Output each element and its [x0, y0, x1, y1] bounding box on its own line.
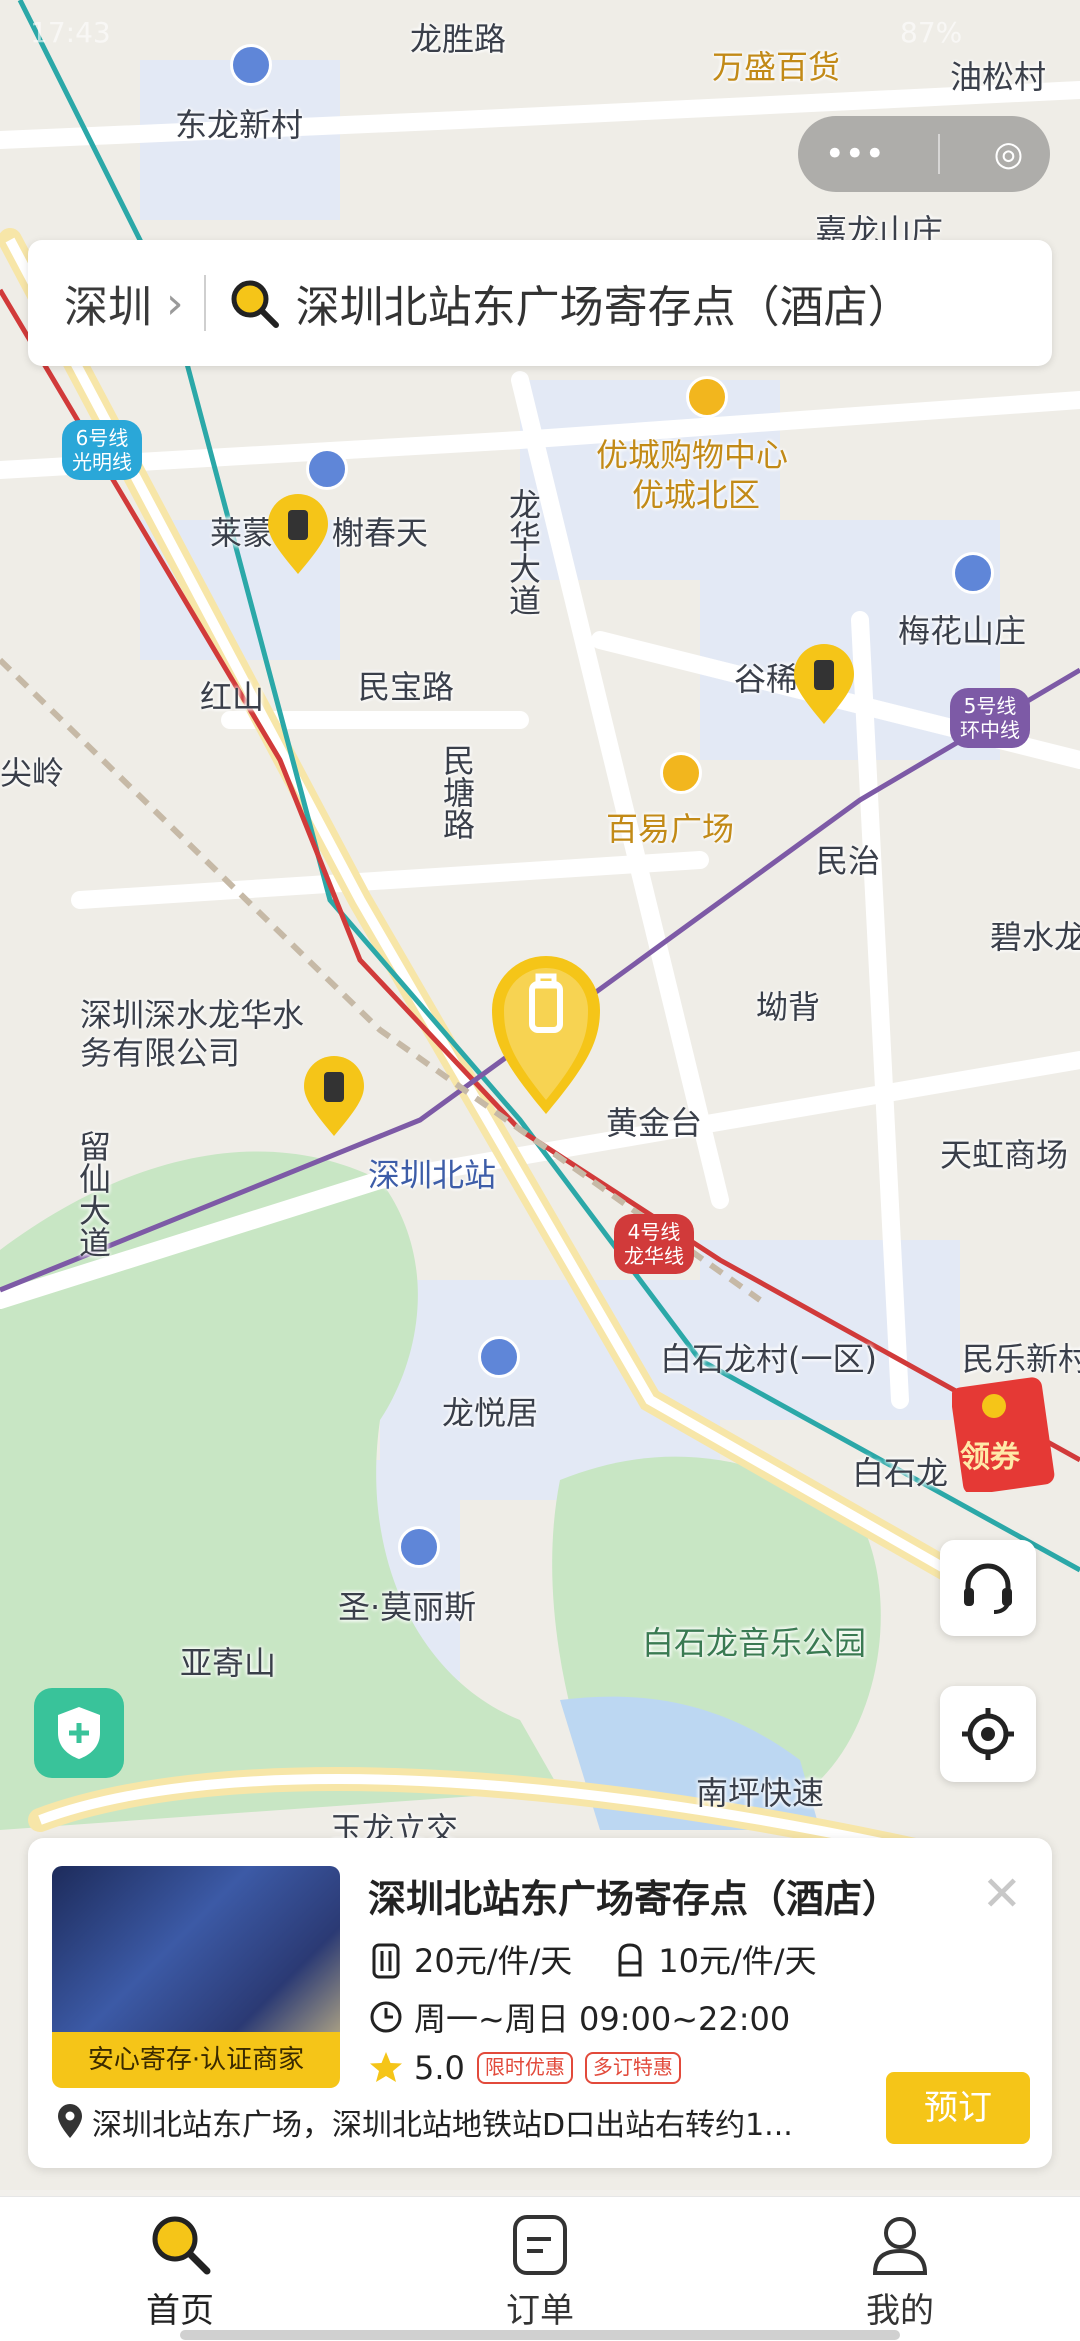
tab-bar: 首页 订单 我的 — [0, 2196, 1080, 2341]
map-label: 碧水龙 — [990, 918, 1080, 956]
locate-button[interactable] — [940, 1686, 1036, 1782]
map-label: 龙悦居 — [442, 1394, 539, 1432]
map-label: 深圳北站 — [368, 1156, 497, 1194]
more-icon[interactable]: ••• — [825, 134, 885, 174]
map-label: 留仙大道 — [74, 1130, 112, 1258]
map-label: 南坪快速 — [696, 1774, 825, 1812]
map-label: 莱蒙 — [210, 514, 275, 552]
promo-tag: 多订特惠 — [584, 2052, 681, 2084]
coupon-label: 领券 — [960, 1440, 1020, 1475]
tab-label: 订单 — [506, 2291, 574, 2331]
map-label: 亚寄山 — [180, 1644, 277, 1682]
tab-profile[interactable]: 我的 — [720, 2197, 1080, 2341]
search-icon — [231, 280, 279, 328]
city-selector[interactable]: 深圳 — [64, 271, 152, 335]
metro-line-badge: 6号线 光明线 — [62, 420, 142, 480]
tab-orders[interactable]: 订单 — [360, 2197, 720, 2341]
map-label: 黄金台 — [606, 1104, 703, 1142]
home-indicator — [180, 2330, 900, 2340]
residential-icon — [952, 552, 994, 594]
tab-label: 首页 — [146, 2291, 214, 2331]
store-address: 深圳北站东广场，深圳北站地铁站D口出站右转约1... — [92, 2108, 793, 2143]
battery-level: 87% — [900, 16, 963, 49]
map-label: 白石龙村(一区) — [660, 1340, 877, 1378]
map-label: 深圳深水龙华水务有限公司 — [80, 996, 305, 1072]
price-row: 20元/件/天 10元/件/天 — [368, 1936, 854, 1982]
map-label: 百易广场 — [606, 810, 735, 848]
map-label: 东龙新村 — [175, 106, 304, 144]
map-label: 榭春天 — [332, 514, 429, 552]
luggage-icon — [372, 1943, 400, 1979]
map-label: 龙华大道 — [504, 488, 542, 616]
search-bar[interactable]: 深圳 › 深圳北站东广场寄存点（酒店） — [28, 240, 1052, 366]
metro-line-badge: 4号线 龙华线 — [614, 1214, 694, 1274]
map-label: 梅花山庄 — [898, 612, 1027, 650]
shopping-icon — [660, 752, 702, 794]
chevron-right-icon: › — [166, 277, 184, 329]
hours-row: 周一~周日 09:00~22:00 — [368, 1994, 790, 2040]
location-pin-icon — [58, 2104, 82, 2138]
search-icon — [152, 2216, 211, 2275]
safety-button[interactable] — [34, 1688, 124, 1778]
status-bar: 17:43 87% — [0, 0, 1080, 64]
address-row: 深圳北站东广场，深圳北站地铁站D口出站右转约1... — [56, 2100, 793, 2144]
customer-service-button[interactable] — [940, 1540, 1036, 1636]
map-label: 尖岭 — [0, 754, 65, 792]
price-large-luggage: 20元/件/天 — [414, 1942, 573, 1980]
search-query[interactable]: 深圳北站东广场寄存点（酒店） — [296, 271, 912, 335]
miniprogram-capsule: ••• ◎ — [798, 116, 1050, 192]
rating-row: 5.0 限时优惠 多订特惠 — [368, 2048, 681, 2088]
selected-storage-marker[interactable] — [486, 950, 606, 1118]
close-miniprogram-icon[interactable]: ◎ — [994, 134, 1024, 174]
storage-marker[interactable] — [266, 492, 330, 576]
promo-tag: 限时优惠 — [476, 2052, 573, 2084]
residential-icon — [478, 1336, 520, 1378]
certified-badge: 安心寄存·认证商家 — [52, 2032, 340, 2088]
residential-icon — [398, 1526, 440, 1568]
map-label: 民宝路 — [358, 668, 455, 706]
book-button[interactable]: 预订 — [886, 2072, 1030, 2144]
close-icon[interactable]: ✕ — [982, 1866, 1022, 1922]
storage-marker[interactable] — [792, 642, 856, 726]
map-label: 天虹商场 — [940, 1136, 1069, 1174]
price-small-luggage: 10元/件/天 — [658, 1942, 817, 1980]
opening-hours: 周一~周日 09:00~22:00 — [414, 2000, 791, 2038]
residential-icon — [306, 448, 348, 490]
status-time: 17:43 — [30, 16, 111, 49]
order-icon — [513, 2215, 567, 2275]
coupon-button[interactable]: 领券 — [952, 1372, 1056, 1492]
locate-icon — [962, 1708, 1014, 1760]
clock-icon — [370, 2001, 402, 2033]
rating-value: 5.0 — [414, 2049, 465, 2087]
map-label: 白石龙音乐公园 — [642, 1624, 867, 1662]
storage-marker[interactable] — [302, 1054, 366, 1138]
store-title: 深圳北站东广场寄存点（酒店） — [368, 1877, 901, 1921]
map-label: 民塘路 — [438, 744, 476, 840]
user-icon — [872, 2217, 928, 2275]
metro-line-badge: 5号线 环中线 — [950, 688, 1030, 748]
storage-info-card[interactable]: 安心寄存·认证商家 深圳北站东广场寄存点（酒店） ✕ 20元/件/天 10元/件… — [28, 1838, 1052, 2168]
headset-icon — [964, 1563, 1012, 1614]
shopping-icon — [686, 376, 728, 418]
star-icon — [370, 2052, 402, 2082]
map-label: 红山 — [200, 678, 265, 716]
map-label: 谷稀 — [734, 660, 799, 698]
map-label: 民治 — [816, 842, 881, 880]
map-label: 白石龙 — [852, 1454, 949, 1492]
bag-icon — [618, 1943, 642, 1977]
shield-icon — [58, 1707, 100, 1759]
tab-label: 我的 — [866, 2291, 934, 2331]
divider — [203, 275, 206, 331]
map-label: 圣·莫丽斯 — [338, 1588, 477, 1626]
map-label: 坳背 — [756, 988, 821, 1026]
tab-home[interactable]: 首页 — [0, 2197, 360, 2341]
map-label: 优城北区 — [632, 476, 761, 514]
